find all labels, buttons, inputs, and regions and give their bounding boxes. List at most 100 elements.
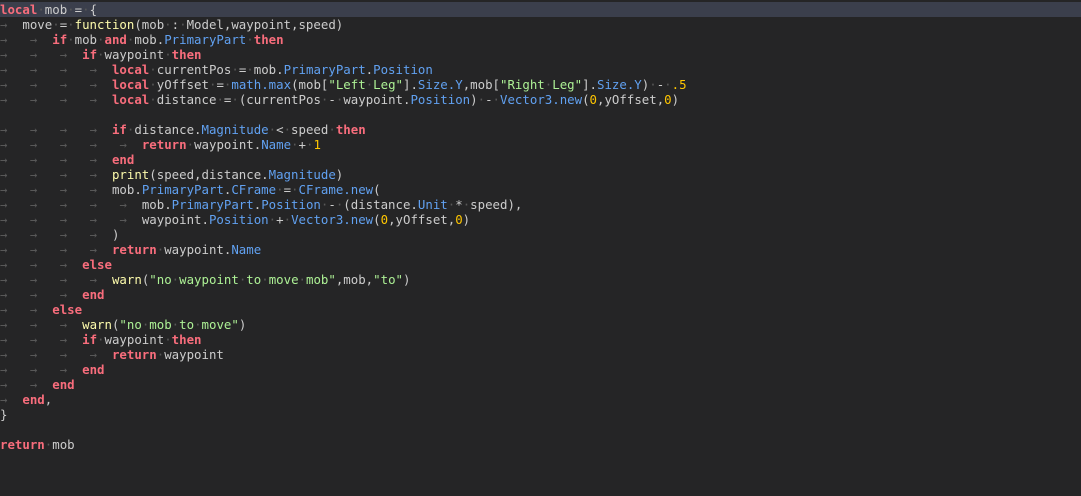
code-line[interactable]: local·mob·=·{: [0, 2, 1081, 17]
keyword-token: then: [253, 32, 284, 47]
code-line[interactable]: → end,: [0, 392, 1081, 407]
code-line[interactable]: → move·=·function(mob·:·Model,waypoint,s…: [0, 17, 1081, 32]
code-line[interactable]: → → → → return·waypoint.Name: [0, 242, 1081, 257]
identifier-token: ): [462, 212, 471, 227]
whitespace-marker: ·: [97, 47, 105, 62]
code-line[interactable]: → → → → local·distance·=·(currentPos·-·w…: [0, 92, 1081, 107]
whitespace-marker: ·: [268, 122, 277, 137]
code-line[interactable]: → → → end: [0, 362, 1081, 377]
keyword-token: return: [111, 242, 157, 257]
operator-token: -: [328, 92, 336, 107]
whitespace-marker: ·: [97, 32, 105, 47]
property-token: PrimaryPart: [141, 182, 224, 197]
whitespace-marker: ·: [261, 272, 269, 287]
identifier-token: ,mob[: [462, 77, 500, 92]
code-line[interactable]: → → → → end: [0, 152, 1081, 167]
whitespace-marker: ·: [179, 17, 187, 32]
code-line[interactable]: → → → → if·distance.Magnitude·<·speed·th…: [0, 122, 1081, 137]
number-token: 0: [589, 92, 598, 107]
identifier-token: Model,waypoint,speed): [186, 17, 344, 32]
code-line[interactable]: → → else: [0, 302, 1081, 317]
identifier-token: yOffset: [156, 77, 209, 92]
whitespace-marker: ·: [268, 212, 277, 227]
code-line[interactable]: → → → if·waypoint·then: [0, 47, 1081, 62]
tab-marker-icon: →: [89, 152, 98, 167]
operator-token: }: [0, 407, 8, 422]
code-line[interactable]: → → if·mob·and·mob.PrimaryPart·then: [0, 32, 1081, 47]
identifier-token: mob: [52, 437, 75, 452]
code-line[interactable]: → → → warn("no·mob·to·move"): [0, 317, 1081, 332]
code-line[interactable]: → → → else: [0, 257, 1081, 272]
identifier-token: mob: [74, 32, 98, 47]
function-token: function: [74, 17, 135, 32]
whitespace-marker: ·: [67, 2, 75, 17]
operator-token: +: [298, 137, 306, 152]
code-line[interactable]: → → → → ): [0, 227, 1081, 242]
code-line[interactable]: → → → → → mob.PrimaryPart.Position·-·(di…: [0, 197, 1081, 212]
identifier-token: waypoint.: [164, 242, 232, 257]
tab-marker-icon: →: [119, 197, 127, 212]
tab-marker-icon: →: [89, 212, 98, 227]
string-token: "no: [119, 317, 142, 332]
identifier-token: waypoint: [104, 332, 165, 347]
code-line[interactable]: [0, 422, 1081, 437]
identifier-token: ): [671, 92, 680, 107]
property-token: CFrame.new: [298, 182, 374, 197]
code-line[interactable]: → → → → print(speed,distance.Magnitude): [0, 167, 1081, 182]
whitespace-marker: ·: [164, 17, 172, 32]
code-line[interactable]: → → → → → return·waypoint.Name·+·1: [0, 137, 1081, 152]
string-token: "Left: [328, 77, 366, 92]
keyword-token: return: [111, 347, 157, 362]
number-token: 0: [455, 212, 463, 227]
code-editor[interactable]: local·mob·=·{→ move·=·function(mob·:·Mod…: [0, 0, 1081, 496]
whitespace-marker: ·: [186, 137, 195, 152]
code-line[interactable]: [0, 107, 1081, 122]
number-token: 0: [380, 212, 389, 227]
code-line[interactable]: → → → end: [0, 287, 1081, 302]
operator-token: -: [485, 92, 493, 107]
identifier-token: speed: [291, 122, 329, 137]
keyword-token: and: [104, 32, 127, 47]
code-line[interactable]: → → → → return·waypoint: [0, 347, 1081, 362]
tab-marker-icon: →: [89, 77, 98, 92]
code-line[interactable]: }: [0, 407, 1081, 422]
code-line[interactable]: → → → → warn("no·waypoint·to·move·mob",m…: [0, 272, 1081, 287]
identifier-token: move: [22, 17, 53, 32]
code-line[interactable]: → → → → local·yOffset·=·math.max(mob["Le…: [0, 77, 1081, 92]
code-line[interactable]: return·mob: [0, 437, 1081, 452]
code-line[interactable]: → → end: [0, 377, 1081, 392]
code-line[interactable]: → → → → mob.PrimaryPart.CFrame·=·CFrame.…: [0, 182, 1081, 197]
code-line[interactable]: → → → → local·currentPos·=·mob.PrimaryPa…: [0, 62, 1081, 77]
identifier-token: (distance.: [343, 197, 418, 212]
whitespace-marker: ·: [164, 47, 172, 62]
code-line[interactable]: → → → → → waypoint.Position·+·Vector3.ne…: [0, 212, 1081, 227]
code-line[interactable]: → → → if·waypoint·then: [0, 332, 1081, 347]
tab-marker-icon: →: [89, 167, 98, 182]
operator-token: (mob: [134, 17, 165, 32]
identifier-token: mob.: [111, 182, 142, 197]
property-token: Unit: [417, 197, 448, 212]
string-token: to: [246, 272, 262, 287]
property-token: Magnitude: [201, 122, 269, 137]
tab-marker-icon: →: [89, 92, 98, 107]
